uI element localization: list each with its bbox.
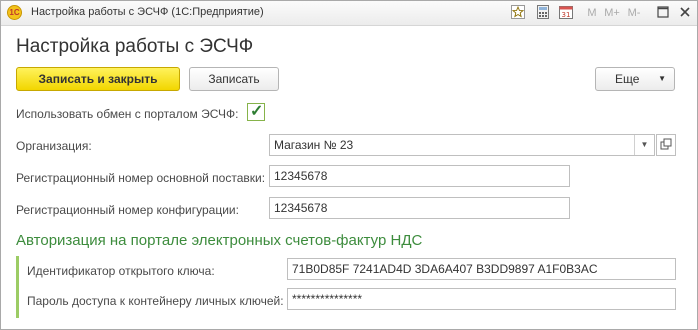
container-password-input[interactable]: *************** xyxy=(287,288,676,310)
settings-window: 1С Настройка работы с ЭСЧФ (1С:Предприят… xyxy=(0,0,698,330)
calendar-icon[interactable]: 31 xyxy=(559,5,573,19)
checkmark-icon: ✓ xyxy=(250,103,264,120)
svg-text:31: 31 xyxy=(562,11,571,19)
reg-supply-label: Регистрационный номер основной поставки: xyxy=(16,171,266,185)
container-password-label: Пароль доступа к контейнеру личных ключе… xyxy=(27,294,284,308)
auth-group-bar xyxy=(16,256,19,318)
key-id-label: Идентификатор открытого ключа: xyxy=(27,264,215,278)
open-organization-button[interactable] xyxy=(656,134,676,156)
reg-supply-input[interactable]: 12345678 xyxy=(269,165,570,187)
favorite-star-icon[interactable] xyxy=(511,5,525,19)
reg-config-label: Регистрационный номер конфигурации: xyxy=(16,203,239,217)
open-form-icon xyxy=(660,138,672,150)
organization-value: Магазин № 23 xyxy=(274,138,354,152)
reg-config-input[interactable]: 12345678 xyxy=(269,197,570,219)
auth-section-title: Авторизация на портале электронных счето… xyxy=(16,232,423,249)
memory-plus-button[interactable]: M+ xyxy=(603,5,621,21)
calculator-icon[interactable] xyxy=(536,5,550,19)
chevron-down-icon: ▼ xyxy=(658,74,666,83)
app-logo-icon: 1С xyxy=(7,5,22,20)
more-label: Еще xyxy=(615,72,640,86)
write-button[interactable]: Записать xyxy=(189,67,279,91)
organization-label: Организация: xyxy=(16,139,92,153)
use-exchange-checkbox[interactable]: ✓ xyxy=(247,103,265,121)
window-title: Настройка работы с ЭСЧФ (1С:Предприятие) xyxy=(31,6,264,18)
page-title: Настройка работы с ЭСЧФ xyxy=(16,36,254,57)
write-and-close-button[interactable]: Записать и закрыть xyxy=(16,67,180,91)
organization-field[interactable]: Магазин № 23 ▼ xyxy=(269,134,655,156)
dropdown-arrow-icon[interactable]: ▼ xyxy=(634,135,654,155)
maximize-icon[interactable] xyxy=(656,5,670,19)
close-icon[interactable] xyxy=(678,5,692,19)
memory-m-button[interactable]: M xyxy=(585,5,599,21)
use-exchange-label: Использовать обмен с порталом ЭСЧФ: xyxy=(16,107,239,121)
key-id-input[interactable]: 71B0D85F 7241AD4D 3DA6A407 B3DD9897 A1F0… xyxy=(287,258,676,280)
title-bar: 1С Настройка работы с ЭСЧФ (1С:Предприят… xyxy=(1,1,697,26)
memory-minus-button[interactable]: M- xyxy=(625,5,643,21)
more-menu-button[interactable]: Еще ▼ xyxy=(595,67,675,91)
